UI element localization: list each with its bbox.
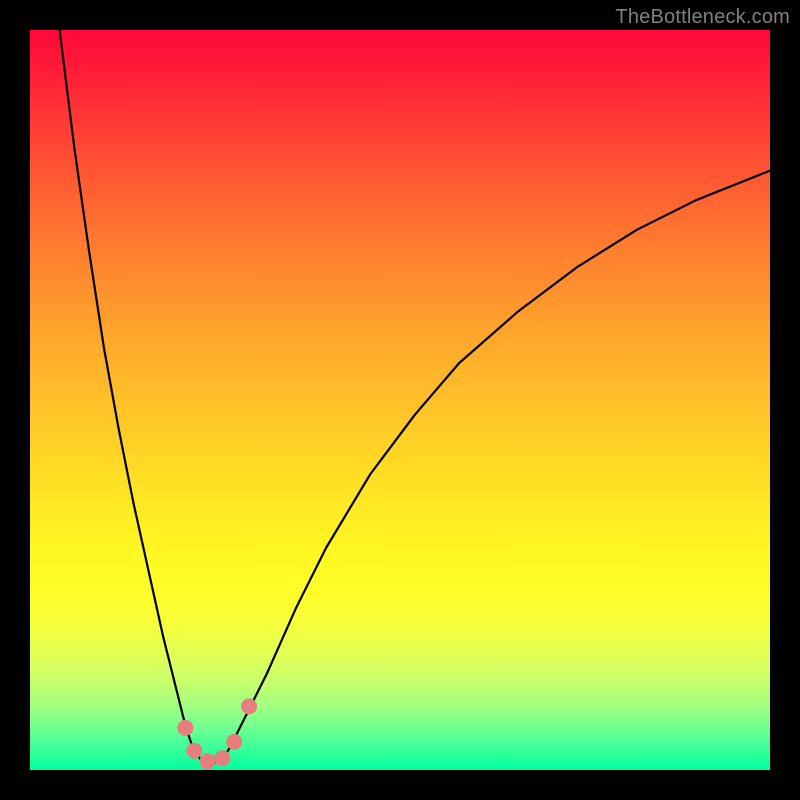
bottleneck-chart-svg (30, 30, 770, 770)
curve-marker (226, 734, 242, 750)
bottleneck-curve-path (60, 30, 770, 763)
watermark-label: TheBottleneck.com (615, 6, 790, 29)
curve-marker (186, 743, 202, 759)
bottleneck-markers (177, 698, 257, 769)
chart-frame: TheBottleneck.com (0, 0, 800, 800)
curve-marker (241, 698, 257, 714)
curve-marker (177, 720, 193, 736)
bottleneck-curve (60, 30, 770, 763)
curve-marker (214, 750, 230, 766)
curve-marker (200, 753, 216, 769)
